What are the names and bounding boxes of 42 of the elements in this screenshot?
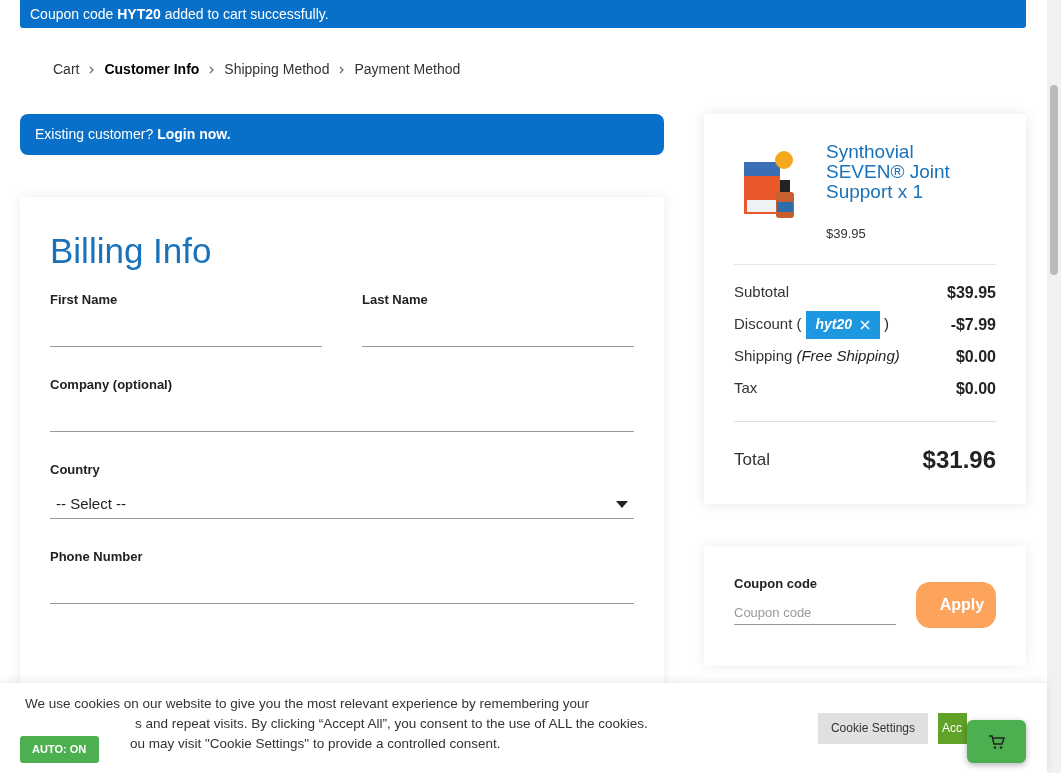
summary-label: Shipping bbox=[734, 346, 793, 367]
breadcrumb-link[interactable]: Payment Method bbox=[354, 59, 461, 80]
chevron-icon bbox=[339, 65, 345, 74]
cart-button[interactable] bbox=[967, 720, 1026, 763]
summary-value: $0.00 bbox=[955, 378, 996, 399]
summary-value: $39.95 bbox=[947, 282, 996, 303]
coupon-label: Coupon code bbox=[734, 574, 819, 593]
summary-value: $0.00 bbox=[955, 346, 996, 367]
breadcrumb-link[interactable]: Shipping Method bbox=[224, 59, 330, 80]
field-label: First Name bbox=[50, 290, 119, 309]
coupon-field[interactable]: Coupon code bbox=[734, 601, 896, 625]
cookie-text: We use cookies on our website to give you the most relevant experience by remembering your bbox=[25, 694, 590, 713]
billing-title: Billing Info bbox=[50, 230, 213, 272]
cookie-text: s and repeat visits. By clicking “Accept All”, you consent to the use of ALL the cookies. bbox=[135, 714, 648, 733]
close-icon[interactable] bbox=[860, 319, 871, 330]
cart-icon bbox=[987, 733, 1006, 750]
summary-label: Discount ( bbox=[734, 314, 802, 335]
product-name[interactable]: Synthovial SEVEN® Joint Support x 1 bbox=[826, 142, 996, 202]
breadcrumb-link[interactable]: Customer Info bbox=[104, 59, 200, 80]
field-label: Company (optional) bbox=[50, 375, 174, 394]
summary-label: Subtotal bbox=[734, 282, 790, 303]
shipping-note: (Free Shipping) bbox=[796, 346, 900, 367]
total-value: $31.96 bbox=[922, 444, 996, 475]
coupon-notice: Coupon code HYT20 added to cart successfully. bbox=[20, 0, 1026, 28]
breadcrumb-link[interactable]: Cart bbox=[53, 59, 80, 80]
chevron-icon bbox=[89, 65, 95, 74]
chevron-icon bbox=[209, 65, 215, 74]
scrollbar-thumb[interactable] bbox=[1050, 85, 1058, 275]
summary-value: -$7.99 bbox=[950, 314, 996, 335]
country-select[interactable]: -- Select -- bbox=[50, 491, 634, 519]
total-label: Total bbox=[734, 448, 770, 471]
field-label: Last Name bbox=[362, 290, 429, 309]
scrollbar[interactable] bbox=[1047, 0, 1061, 773]
login-banner[interactable]: Existing customer? Login now. bbox=[20, 114, 664, 155]
paren-text: ) bbox=[884, 314, 890, 335]
summary-label: Tax bbox=[734, 378, 758, 399]
field-label: Country bbox=[50, 460, 101, 479]
cookie-settings-button[interactable]: Cookie Settings bbox=[817, 712, 928, 744]
cookie-text: ou may visit "Cookie Settings" to provide a controlled consent. bbox=[130, 734, 501, 753]
field-label: Phone Number bbox=[50, 547, 144, 566]
caret-icon bbox=[616, 501, 628, 508]
product-price: $39.95 bbox=[826, 225, 867, 243]
